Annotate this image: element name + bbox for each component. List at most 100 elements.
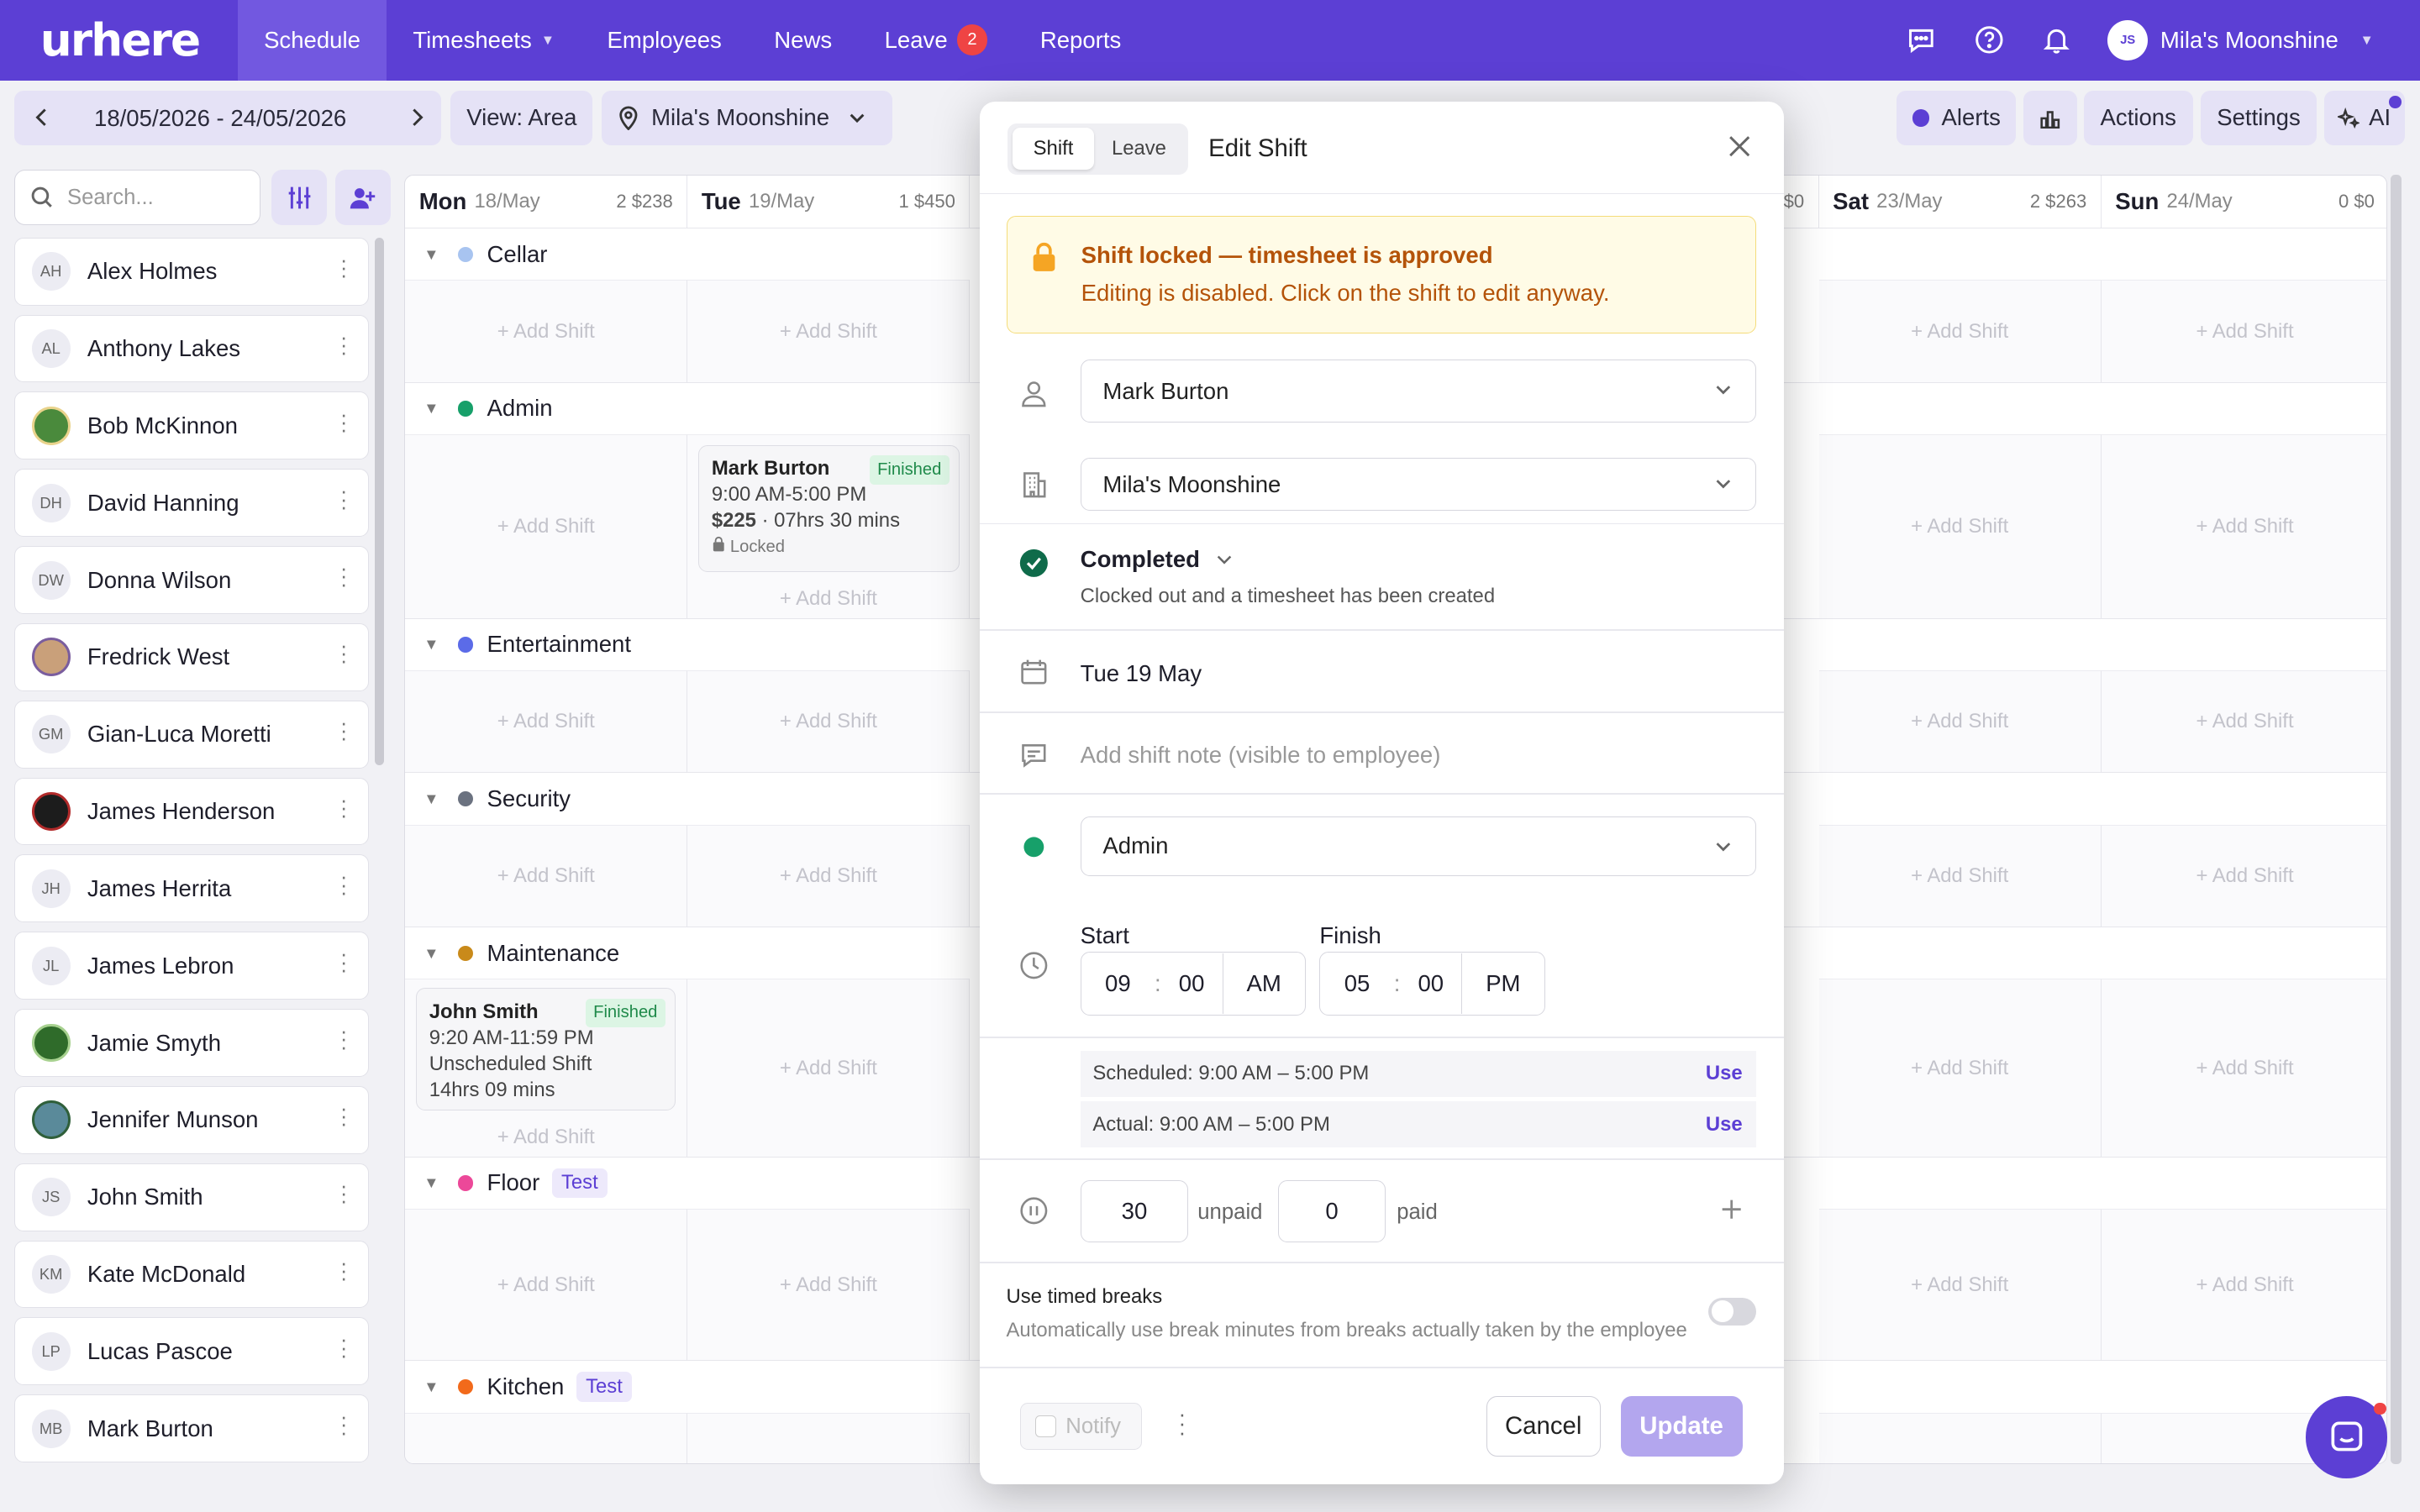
- shift-card[interactable]: Mark Burton Finished 9:00 AM-5:00 PM $22…: [698, 444, 960, 572]
- start-time-input[interactable]: 09 : 00 AM: [1080, 952, 1306, 1016]
- nav-schedule[interactable]: Schedule: [237, 0, 387, 81]
- finish-time-input[interactable]: 05 : 00 PM: [1319, 952, 1545, 1016]
- add-shift-cell[interactable]: + Add Shift: [1818, 280, 2102, 382]
- location-selector[interactable]: Mila's Moonshine: [602, 91, 892, 145]
- employee-item[interactable]: MB Mark Burton · · ·: [13, 1394, 369, 1463]
- more-options-icon[interactable]: · · ·: [340, 1098, 348, 1135]
- more-options-icon[interactable]: · · ·: [340, 327, 348, 364]
- employee-search-input[interactable]: Search...: [13, 170, 261, 226]
- employee-item[interactable]: AL Anthony Lakes · · ·: [13, 314, 369, 383]
- app-logo[interactable]: urhere: [0, 14, 238, 66]
- add-shift-cell[interactable]: + Add Shift: [405, 280, 688, 382]
- filter-sliders-icon[interactable]: [271, 170, 328, 226]
- employee-item[interactable]: GM Gian-Luca Moretti · · ·: [13, 700, 369, 769]
- employee-item[interactable]: James Henderson · · ·: [13, 777, 369, 846]
- nav-news[interactable]: News: [748, 0, 858, 81]
- chevron-left-icon[interactable]: [33, 105, 51, 135]
- tab-leave[interactable]: Leave: [1094, 128, 1184, 170]
- bell-icon[interactable]: [2040, 24, 2074, 57]
- settings-button[interactable]: Settings: [2201, 91, 2317, 145]
- employee-item[interactable]: JL James Lebron · · ·: [13, 932, 369, 1000]
- start-hour[interactable]: 09: [1081, 953, 1155, 1014]
- shift-note-input[interactable]: Add shift note (visible to employee): [1081, 742, 1441, 769]
- add-shift-cell[interactable]: + Add Shift: [405, 670, 688, 773]
- add-shift-cell[interactable]: + Add Shift: [2101, 1209, 2387, 1361]
- paid-break-input[interactable]: 0: [1277, 1180, 1386, 1242]
- more-options-icon[interactable]: · · ·: [340, 635, 348, 672]
- finish-ampm[interactable]: PM: [1461, 953, 1544, 1014]
- more-options-icon[interactable]: · · ·: [340, 558, 348, 595]
- shift-date[interactable]: Tue 19 May: [1081, 660, 1202, 687]
- user-menu[interactable]: JS Mila's Moonshine ▼: [2107, 19, 2374, 60]
- employee-item[interactable]: Jennifer Munson · · ·: [13, 1085, 369, 1154]
- add-shift-cell[interactable]: + Add Shift: [2101, 434, 2387, 618]
- nav-employees[interactable]: Employees: [581, 0, 748, 81]
- add-shift-cell[interactable]: + Add Shift: [405, 1412, 688, 1464]
- add-shift-cell[interactable]: + Add Shift: [405, 824, 688, 927]
- employee-item[interactable]: DH David Hanning · · ·: [13, 469, 369, 538]
- employee-item[interactable]: Bob McKinnon · · ·: [13, 391, 369, 460]
- view-selector[interactable]: View: Area: [450, 91, 593, 145]
- chart-icon[interactable]: [2023, 91, 2078, 145]
- tab-shift[interactable]: Shift: [1012, 128, 1095, 171]
- more-options-icon[interactable]: · · ·: [340, 790, 348, 827]
- more-options-icon[interactable]: · · ·: [340, 1406, 348, 1443]
- nav-reports[interactable]: Reports: [1014, 0, 1148, 81]
- update-button[interactable]: Update: [1620, 1396, 1743, 1457]
- add-shift-cell[interactable]: + Add Shift: [687, 979, 971, 1157]
- support-chat-button[interactable]: [2306, 1396, 2388, 1478]
- add-shift-cell[interactable]: + Add Shift: [405, 1209, 688, 1361]
- add-shift-cell[interactable]: + Add Shift: [1818, 824, 2102, 927]
- add-shift-cell[interactable]: + Add Shift: [687, 1209, 971, 1361]
- employee-item[interactable]: LP Lucas Pascoe · · ·: [13, 1317, 369, 1386]
- use-actual-link[interactable]: Use: [1706, 1113, 1743, 1137]
- more-options-icon[interactable]: · · ·: [340, 1175, 348, 1212]
- start-minute[interactable]: 00: [1161, 953, 1223, 1014]
- employee-item[interactable]: KM Kate McDonald · · ·: [13, 1240, 369, 1309]
- more-options-icon[interactable]: · · ·: [340, 249, 348, 286]
- timed-breaks-toggle[interactable]: [1708, 1297, 1757, 1326]
- add-shift-cell[interactable]: + Add Shift: [2101, 280, 2387, 382]
- cancel-button[interactable]: Cancel: [1486, 1396, 1601, 1457]
- unpaid-break-input[interactable]: 30: [1080, 1180, 1189, 1242]
- add-shift-cell[interactable]: + Add Shift: [687, 1412, 971, 1464]
- add-shift-cell[interactable]: + Add Shift: [1818, 434, 2102, 618]
- shift-card[interactable]: John Smith Finished 9:20 AM-11:59 PM Uns…: [416, 988, 676, 1110]
- employee-item[interactable]: DW Donna Wilson · · ·: [13, 546, 369, 614]
- chat-icon[interactable]: [1904, 24, 1938, 57]
- employee-item[interactable]: Jamie Smyth · · ·: [13, 1009, 369, 1077]
- more-options-icon[interactable]: · · ·: [1177, 1404, 1186, 1444]
- help-icon[interactable]: [1972, 24, 2006, 57]
- employee-item[interactable]: Fredrick West · · ·: [13, 622, 369, 691]
- notify-checkbox[interactable]: Notify: [1020, 1402, 1143, 1451]
- grid-scrollbar[interactable]: [2391, 174, 2402, 1465]
- sidebar-scrollbar[interactable]: [375, 237, 385, 765]
- more-options-icon[interactable]: · · ·: [340, 404, 348, 441]
- more-options-icon[interactable]: · · ·: [340, 943, 348, 980]
- add-shift-cell[interactable]: + Add Shift: [2101, 670, 2387, 773]
- add-shift-cell[interactable]: + Add Shift: [687, 824, 971, 927]
- employee-select[interactable]: Mark Burton: [1080, 359, 1757, 423]
- add-shift-cell[interactable]: + Add Shift: [2101, 979, 2387, 1157]
- employee-item[interactable]: JH James Herrita · · ·: [13, 854, 369, 923]
- location-select[interactable]: Mila's Moonshine: [1080, 458, 1757, 511]
- close-icon[interactable]: [1723, 129, 1756, 163]
- more-options-icon[interactable]: · · ·: [340, 1252, 348, 1289]
- employee-item[interactable]: JS John Smith · · ·: [13, 1163, 369, 1231]
- add-shift-cell[interactable]: + Add Shift: [2101, 824, 2387, 927]
- more-options-icon[interactable]: · · ·: [340, 480, 348, 517]
- start-ampm[interactable]: AM: [1222, 953, 1305, 1014]
- add-employee-icon[interactable]: [334, 170, 391, 226]
- more-options-icon[interactable]: · · ·: [340, 1021, 348, 1058]
- finish-minute[interactable]: 00: [1400, 953, 1461, 1014]
- ai-button[interactable]: AI: [2324, 91, 2405, 145]
- date-range-label[interactable]: 18/05/2026 - 24/05/2026: [94, 105, 346, 132]
- employee-item[interactable]: AH Alex Holmes · · ·: [13, 237, 369, 306]
- add-shift-cell[interactable]: + Add Shift: [1818, 1412, 2102, 1464]
- finish-hour[interactable]: 05: [1320, 953, 1393, 1014]
- chevron-right-icon[interactable]: [408, 105, 426, 135]
- add-shift-cell[interactable]: + Add Shift: [1818, 979, 2102, 1157]
- more-options-icon[interactable]: · · ·: [340, 867, 348, 904]
- nav-timesheets[interactable]: Timesheets ▼: [387, 0, 581, 81]
- add-shift-cell[interactable]: + Add Shift: [687, 280, 971, 382]
